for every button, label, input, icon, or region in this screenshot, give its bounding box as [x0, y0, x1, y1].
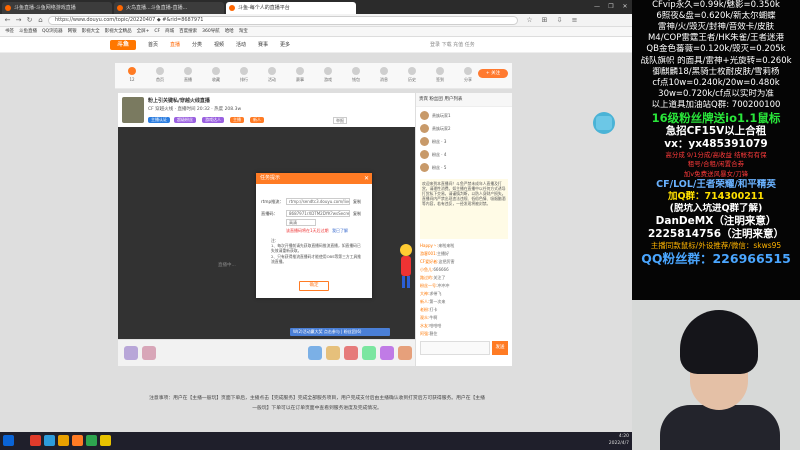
overlay-line: CF/LOL/王者荣耀/和平精英: [656, 178, 776, 190]
dialog-header: 任务提示 ✕: [256, 173, 372, 184]
overlay-line: 2225814756（注明来意）: [647, 228, 785, 240]
overlay-line: 高分成 9/1分成/高收益 结帐有有保: [665, 151, 767, 160]
taskbar-app-icon[interactable]: [86, 435, 97, 446]
copy-key-link[interactable]: 复制: [353, 211, 361, 217]
overlay-line: CFvip永久=0.99k/魅影=0.350k: [652, 0, 780, 10]
browser-window: 斗鱼直播-斗鱼网络游戏直播 火鸟直播...斗鱼直播-直播... 斗鱼-每个人的直…: [0, 0, 632, 432]
overlay-line: QB金色蕃薇=0.120k/毁灭=0.205k: [646, 44, 786, 55]
start-icon[interactable]: [3, 435, 14, 446]
overlay-line: 30w=0.720k/cf点以实时为准: [658, 88, 774, 99]
overlay-line: 以上道具加油站Q群: 700200100: [651, 99, 781, 110]
overlay-line: 主播同款鼠标/外设推荐/微信：skws95: [650, 241, 782, 251]
rtmp-url-field[interactable]: rtmp://sendtc3.douyu.com/live: [286, 198, 350, 205]
overlay-line: 租号/合租/闲置合券: [687, 160, 745, 169]
rtmp-label: rtmp推流：: [261, 199, 284, 204]
system-tray[interactable]: 4:20 2022/4/7: [609, 433, 629, 447]
overlay-line: 战队旗帜 的面具/雷神+光旋转=0.260k: [640, 55, 792, 66]
person-shirt: [660, 405, 780, 450]
overlay-line: 加v免费送风暴女/刀锋: [683, 169, 749, 178]
overlay-line: 急招CF15V以上合租: [665, 125, 767, 138]
taskbar-app-icon[interactable]: [44, 435, 55, 446]
modal-overlay: 任务提示 ✕ rtmp推流： rtmp://sendtc3.douyu.com/…: [0, 0, 632, 432]
stream-key-field[interactable]: 8687971rXDTM2DYK?wsSecret=fd7: [286, 210, 350, 217]
stream-overlay-text: CFvip永久=0.99k/魅影=0.350k 6照夜&盘=0.620k/新太尔蝴…: [632, 0, 800, 300]
stream-code-dialog: 任务提示 ✕ rtmp推流： rtmp://sendtc3.douyu.com/…: [256, 173, 372, 298]
windows-taskbar: 4:20 2022/4/7: [0, 432, 632, 450]
copy-rtmp-link[interactable]: 复制: [353, 199, 361, 205]
overlay-line: QQ粉丝群：226966515: [641, 251, 791, 267]
taskbar-app-icon[interactable]: [58, 435, 69, 446]
dialog-title: 任务提示: [260, 175, 281, 181]
close-icon[interactable]: ✕: [364, 173, 369, 184]
overlay-line: M4/COP雷霆王者/HK朱雀/王者迷港: [647, 33, 785, 44]
stream-key-label: 直播码：: [261, 211, 278, 216]
webcam-feed: [632, 300, 800, 450]
taskbar-app-icon[interactable]: [30, 435, 41, 446]
dialog-notes: 注： 1、每次开播前请先获取直播码推流直播，如直播码已失效请重新获取。 2、只有…: [271, 238, 362, 264]
overlay-line: 雷神/火/毁灭/封神/音效卡/皮肤: [657, 22, 775, 33]
overlay-line: 16级粉丝牌送io1.1鼠标: [651, 111, 781, 125]
screen: 斗鱼直播-斗鱼网络游戏直播 火鸟直播...斗鱼直播-直播... 斗鱼-每个人的直…: [0, 0, 800, 450]
clock-date: 2022/4/7: [608, 441, 629, 446]
taskbar-app-icon[interactable]: [72, 435, 83, 446]
confirm-button[interactable]: 确定: [299, 281, 329, 291]
clock-time: 4:20: [618, 434, 629, 439]
expiry-warning: 该直播码将在1天后过期: [286, 228, 329, 233]
overlay-line: cf点10w=0.240k/20w=0.480k: [652, 77, 780, 88]
overlay-line: vx：yx485391079: [664, 138, 768, 151]
acknowledge-link[interactable]: 我已了解: [332, 228, 348, 234]
overlay-line: 加Q群：714300211: [667, 190, 765, 202]
taskbar-app-icon[interactable]: [100, 435, 111, 446]
overlay-line: DanDeMX（注明来意）: [655, 214, 777, 227]
overlay-line: 御麒麟18/黑骑士枚耐皮肤/雪莉杨: [652, 66, 780, 77]
quality-select[interactable]: 高清: [286, 219, 316, 226]
overlay-line: 6照夜&盘=0.620k/新太尔蝴蝶: [656, 11, 776, 22]
overlay-line: (脱坑入坑进Q群了解): [669, 202, 763, 214]
